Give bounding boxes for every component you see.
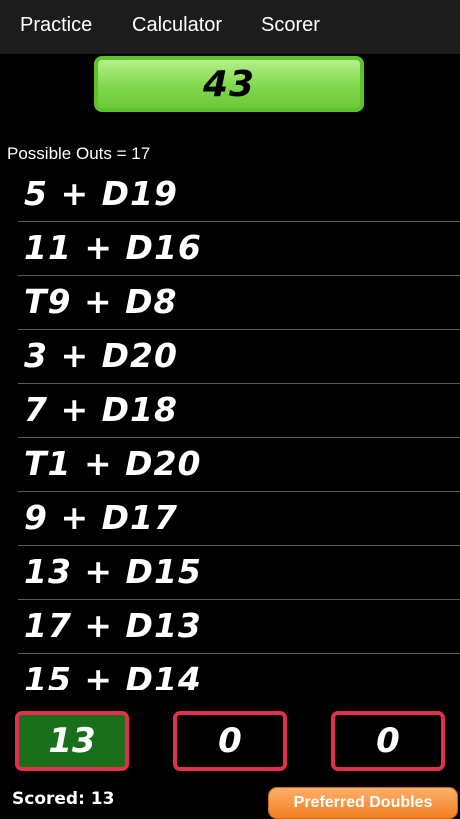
remaining-score-value: 43 bbox=[202, 63, 256, 105]
checkout-text: 7 + D18 bbox=[24, 390, 178, 429]
dart-1-value: 13 bbox=[48, 721, 96, 761]
dart-3-value: 0 bbox=[376, 721, 400, 761]
possible-outs-heading: Possible Outs = 17 bbox=[7, 144, 151, 163]
checkout-row[interactable]: 11 + D16 bbox=[0, 222, 460, 276]
tab-practice[interactable]: Practice bbox=[20, 14, 92, 37]
checkout-text: 13 + D15 bbox=[24, 552, 202, 591]
dart-2-value: 0 bbox=[218, 721, 242, 761]
checkout-row[interactable]: 3 + D20 bbox=[0, 330, 460, 384]
checkout-row[interactable]: T9 + D8 bbox=[0, 276, 460, 330]
dart-2-button[interactable]: 0 bbox=[173, 711, 287, 771]
scored-label: Scored: 13 bbox=[12, 789, 115, 809]
remaining-score-display: 43 bbox=[94, 56, 364, 112]
dart-1-button[interactable]: 13 bbox=[15, 711, 129, 771]
checkout-row[interactable]: 7 + D18 bbox=[0, 384, 460, 438]
checkout-text: 17 + D13 bbox=[24, 606, 202, 645]
checkout-row[interactable]: 9 + D17 bbox=[0, 492, 460, 546]
checkout-row[interactable]: 5 + D19 bbox=[0, 168, 460, 222]
checkout-row[interactable]: 15 + D14 bbox=[0, 654, 460, 690]
checkout-row[interactable]: 17 + D13 bbox=[0, 600, 460, 654]
checkout-text: 5 + D19 bbox=[24, 174, 178, 213]
tab-scorer[interactable]: Scorer bbox=[261, 14, 320, 37]
checkout-text: T9 + D8 bbox=[24, 282, 178, 321]
tab-calculator[interactable]: Calculator bbox=[132, 14, 222, 37]
checkout-text: 9 + D17 bbox=[24, 498, 178, 537]
checkout-row[interactable]: T1 + D20 bbox=[0, 438, 460, 492]
checkout-text: T1 + D20 bbox=[24, 444, 202, 483]
checkout-list[interactable]: 5 + D19 11 + D16 T9 + D8 3 + D20 7 + D18… bbox=[0, 168, 460, 690]
checkout-text: 11 + D16 bbox=[24, 228, 202, 267]
checkout-text: 15 + D14 bbox=[24, 660, 202, 690]
checkout-row[interactable]: 13 + D15 bbox=[0, 546, 460, 600]
dart-3-button[interactable]: 0 bbox=[331, 711, 445, 771]
top-nav-bar: Practice Calculator Scorer bbox=[0, 0, 460, 54]
preferred-doubles-button[interactable]: Preferred Doubles bbox=[268, 787, 458, 819]
checkout-text: 3 + D20 bbox=[24, 336, 178, 375]
